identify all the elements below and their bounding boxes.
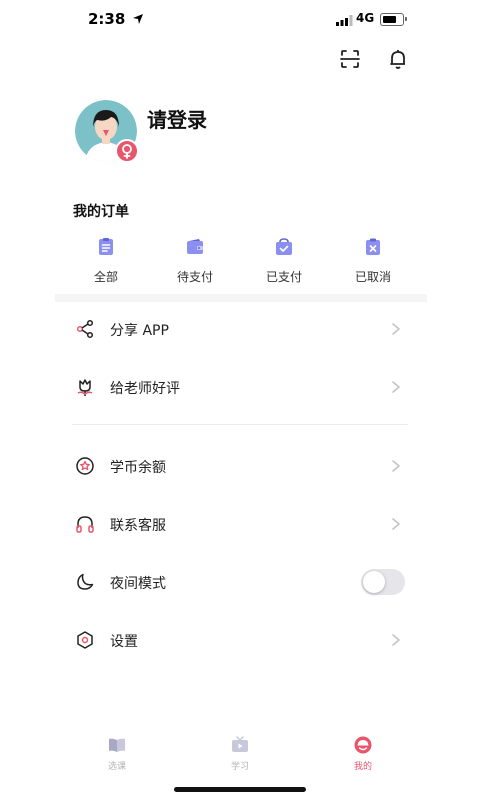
share-icon xyxy=(76,319,94,339)
battery-icon xyxy=(380,13,407,26)
menu-night-label: 夜间模式 xyxy=(110,576,166,592)
location-arrow-icon xyxy=(133,14,143,24)
tab-mine[interactable]: 我的 xyxy=(328,734,398,774)
coin-icon xyxy=(76,457,94,475)
tab-mine-label: 我的 xyxy=(353,762,372,772)
network-type: 4G xyxy=(356,11,375,25)
settings-hexagon-icon xyxy=(77,631,93,649)
chevron-right-icon xyxy=(392,634,400,646)
flower-icon xyxy=(77,379,93,396)
orders-title: 我的订单 xyxy=(73,204,129,220)
menu-divider xyxy=(72,424,408,425)
tab-courses[interactable]: 选课 xyxy=(82,734,152,774)
chevron-right-icon xyxy=(392,381,400,393)
home-indicator xyxy=(174,787,306,792)
tab-study-label: 学习 xyxy=(230,762,249,772)
wallet-icon xyxy=(187,239,203,254)
status-bar: 2:38 4G xyxy=(0,0,480,44)
order-paid-button[interactable]: 已支付 xyxy=(244,236,324,286)
menu-service-label: 联系客服 xyxy=(110,518,166,534)
menu-rate-label: 给老师好评 xyxy=(110,381,180,397)
tab-study[interactable]: 学习 xyxy=(205,734,275,774)
female-icon xyxy=(115,139,139,163)
menu-coin-label: 学币余额 xyxy=(110,460,166,476)
toggle-knob xyxy=(363,571,385,593)
profile-face-icon xyxy=(354,736,372,754)
paid-check-icon xyxy=(276,238,292,255)
book-icon xyxy=(109,738,125,752)
tab-courses-label: 选课 xyxy=(107,762,126,772)
menu-coin-balance[interactable]: 学币余额 xyxy=(55,438,415,494)
menu-share-app[interactable]: 分享 APP xyxy=(55,301,415,357)
bell-icon[interactable] xyxy=(386,47,410,71)
moon-icon xyxy=(77,573,94,590)
cancel-x-icon xyxy=(366,238,380,255)
order-cancelled-button[interactable]: 已取消 xyxy=(333,236,413,286)
chevron-right-icon xyxy=(392,518,400,530)
menu-customer-service[interactable]: 联系客服 xyxy=(55,496,415,552)
order-pending-button[interactable]: 待支付 xyxy=(155,236,235,286)
cellular-signal-icon xyxy=(336,15,353,26)
menu-rate-teacher[interactable]: 给老师好评 xyxy=(55,359,415,415)
order-cancelled-label: 已取消 xyxy=(354,270,391,284)
list-icon xyxy=(99,238,113,255)
chevron-right-icon xyxy=(392,460,400,472)
headphones-icon xyxy=(76,516,94,533)
status-time: 2:38 xyxy=(88,10,126,28)
order-all-label: 全部 xyxy=(93,270,118,284)
menu-settings[interactable]: 设置 xyxy=(55,612,415,668)
menu-share-label: 分享 APP xyxy=(110,323,169,339)
chevron-right-icon xyxy=(392,323,400,335)
order-pending-label: 待支付 xyxy=(176,270,213,284)
scan-icon[interactable] xyxy=(338,47,362,71)
night-mode-toggle[interactable] xyxy=(361,569,405,595)
tv-icon xyxy=(232,736,248,752)
order-paid-label: 已支付 xyxy=(265,270,302,284)
menu-settings-label: 设置 xyxy=(110,634,138,650)
login-prompt[interactable]: 请登录 xyxy=(147,104,207,133)
order-all-button[interactable]: 全部 xyxy=(66,236,146,286)
